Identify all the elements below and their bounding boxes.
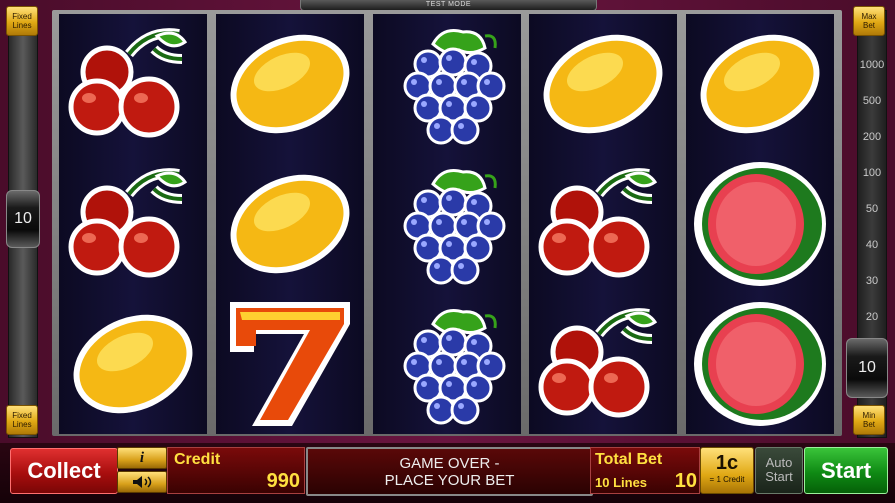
cherry-symbol [529,154,677,294]
info-icon: i [139,449,145,466]
total-bet-panel: Total Bet 10 Lines 10 [590,447,700,494]
denomination-value: 1c [715,452,739,474]
bet-scale-value[interactable]: 500 [858,95,886,107]
total-bet-label: Total Bet [595,451,663,468]
lemon-symbol [529,14,677,154]
bet-scale-value[interactable]: 40 [858,239,886,251]
lemon-symbol [686,14,834,154]
reel-3 [373,14,521,434]
bet-scale-value[interactable]: 100 [858,167,886,179]
collect-button[interactable]: Collect [10,448,118,494]
start-button[interactable]: Start [804,447,888,494]
bet-scale-value[interactable]: 200 [858,131,886,143]
max-bet-button[interactable]: Max Bet [853,6,885,36]
denomination-subtext: = 1 Credit [709,475,745,484]
cherry-symbol [529,294,677,434]
bet-scale-value[interactable]: 50 [858,203,886,215]
lines-count: 10 Lines [595,475,648,490]
message-line-2: PLACE YOUR BET [384,472,515,489]
sound-button[interactable] [117,471,167,493]
grapes-symbol [373,294,521,434]
auto-start-line-1: Auto [765,455,793,470]
watermelon-symbol [686,154,834,294]
credit-value: 990 [266,470,300,492]
watermelon-symbol [686,294,834,434]
reel-2 [216,14,364,434]
bet-scale-value[interactable]: 30 [858,275,886,287]
reel-5 [686,14,834,434]
speaker-icon [133,476,152,488]
current-bet-indicator[interactable]: 10 [846,338,888,398]
lemon-symbol [216,154,364,294]
cherry-symbol [59,14,207,154]
min-bet-button[interactable]: Min Bet [853,405,885,435]
lines-indicator-left: 10 [6,190,40,248]
fixed-lines-top-button[interactable]: Fixed Lines [6,6,38,36]
credit-label: Credit [174,451,221,468]
lemon-symbol [216,14,364,154]
denomination-button[interactable]: 1c = 1 Credit [700,447,754,494]
bet-scale-value[interactable]: 1000 [858,59,886,71]
reel-4 [529,14,677,434]
auto-start-line-2: Start [765,469,793,484]
grapes-symbol [373,14,521,154]
seven-symbol [216,294,364,434]
fixed-lines-bottom-button[interactable]: Fixed Lines [6,405,38,435]
bet-scale-value[interactable]: 20 [858,311,886,323]
credit-panel: Credit 990 [167,447,305,494]
message-line-1: GAME OVER - [399,455,500,472]
reel-1 [59,14,207,434]
slot-machine-screen: TEST MODE Fixed Lines 10 Fixed Lines 100… [0,0,895,503]
lemon-symbol [59,294,207,434]
auto-start-button[interactable]: Auto Start [755,447,803,494]
grapes-symbol [373,154,521,294]
game-message: GAME OVER - PLACE YOUR BET [306,447,593,496]
cherry-symbol [59,154,207,294]
total-bet-value: 10 [674,470,697,492]
info-button[interactable]: i [117,447,167,469]
